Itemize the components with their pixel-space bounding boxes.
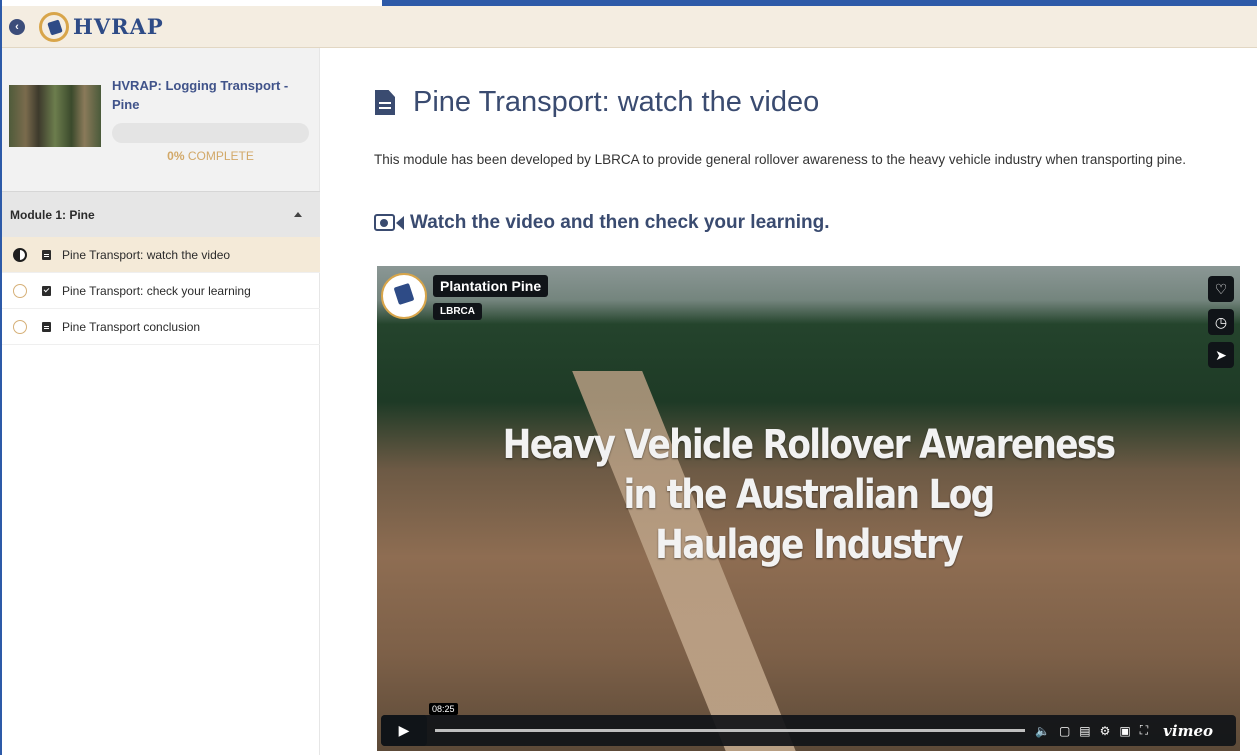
volume-icon[interactable]: 🔈 <box>1035 724 1050 738</box>
checkbox-icon <box>42 285 51 296</box>
channel-logo-icon[interactable] <box>381 273 427 319</box>
lesson-item-check-learning[interactable]: Pine Transport: check your learning <box>2 273 320 309</box>
course-thumbnail <box>9 85 101 147</box>
section-heading: Watch the video and then check your lear… <box>410 212 830 233</box>
logo-emblem-icon <box>39 11 69 42</box>
course-sidebar: HVRAP: Logging Transport - Pine 0% COMPL… <box>2 48 320 755</box>
overlay-line: Heavy Vehicle Rollover Awareness <box>502 422 1116 468</box>
video-camera-icon <box>374 213 404 233</box>
overlay-line: Haulage Industry <box>655 522 963 568</box>
page-title-row: Pine Transport: watch the video <box>375 86 819 119</box>
empty-circle-status-icon <box>13 283 27 298</box>
brand-name: HVRAP <box>73 14 164 39</box>
heart-icon[interactable]: ♡ <box>1208 276 1234 302</box>
brand-logo[interactable]: HVRAP <box>39 11 164 42</box>
video-controls: ▶ 🔈 ▢ ▤ ⚙ ▣ ⛶ vimeo <box>381 715 1236 746</box>
seek-bar[interactable] <box>435 729 1025 732</box>
transcript-icon[interactable]: ▤ <box>1079 724 1090 738</box>
progress-percent: 0% <box>167 149 185 163</box>
course-card: HVRAP: Logging Transport - Pine 0% COMPL… <box>2 48 319 191</box>
lesson-label: Pine Transport conclusion <box>62 319 201 334</box>
video-overlay-text: Heavy Vehicle Rollover Awareness in the … <box>437 420 1179 570</box>
doc-icon <box>42 249 51 260</box>
section-heading-row: Watch the video and then check your lear… <box>374 212 829 234</box>
top-header: ‹ HVRAP <box>2 6 1257 48</box>
lesson-label: Pine Transport: check your learning <box>62 283 251 298</box>
module-header[interactable]: Module 1: Pine <box>2 191 320 237</box>
course-title[interactable]: HVRAP: Logging Transport - Pine <box>112 76 312 114</box>
vimeo-logo[interactable]: vimeo <box>1163 722 1213 740</box>
lesson-label: Pine Transport: watch the video <box>62 247 231 262</box>
video-player[interactable]: Plantation Pine LBRCA ♡ ◷ ➤ Heavy Vehicl… <box>377 266 1240 751</box>
share-icon[interactable]: ➤ <box>1208 342 1234 368</box>
page-title: Pine Transport: watch the video <box>413 86 820 118</box>
empty-circle-status-icon <box>13 319 27 334</box>
module-description: This module has been developed by LBRCA … <box>374 152 1186 167</box>
settings-icon[interactable]: ⚙ <box>1100 724 1111 738</box>
back-arrow-icon[interactable]: ‹ <box>9 18 25 35</box>
progress-suffix: COMPLETE <box>184 149 254 163</box>
cc-icon[interactable]: ▢ <box>1059 724 1070 738</box>
progress-label: 0% COMPLETE <box>112 149 309 163</box>
play-button[interactable]: ▶ <box>381 715 427 746</box>
collapse-caret-icon[interactable] <box>294 212 302 217</box>
half-circle-status-icon <box>13 247 27 262</box>
control-icons: 🔈 ▢ ▤ ⚙ ▣ ⛶ vimeo <box>1035 722 1213 740</box>
video-byline[interactable]: LBRCA <box>433 303 482 320</box>
video-title[interactable]: Plantation Pine <box>433 275 549 297</box>
time-tooltip: 08:25 <box>429 703 458 715</box>
course-progress-bar <box>112 123 309 143</box>
module-title: Module 1: Pine <box>10 207 95 222</box>
lesson-item-conclusion[interactable]: Pine Transport conclusion <box>2 309 320 345</box>
document-icon <box>375 90 395 115</box>
app-window: ‹ HVRAP HVRAP: Logging Transport - Pine … <box>0 0 1257 755</box>
main-content: Pine Transport: watch the video This mod… <box>320 48 1257 755</box>
fullscreen-icon[interactable]: ⛶ <box>1140 723 1148 738</box>
pip-icon[interactable]: ▣ <box>1119 724 1130 738</box>
doc-icon <box>42 321 51 332</box>
clock-icon[interactable]: ◷ <box>1208 309 1234 335</box>
lesson-item-watch-video[interactable]: Pine Transport: watch the video <box>2 237 320 273</box>
overlay-line: in the Australian Log <box>623 472 995 518</box>
